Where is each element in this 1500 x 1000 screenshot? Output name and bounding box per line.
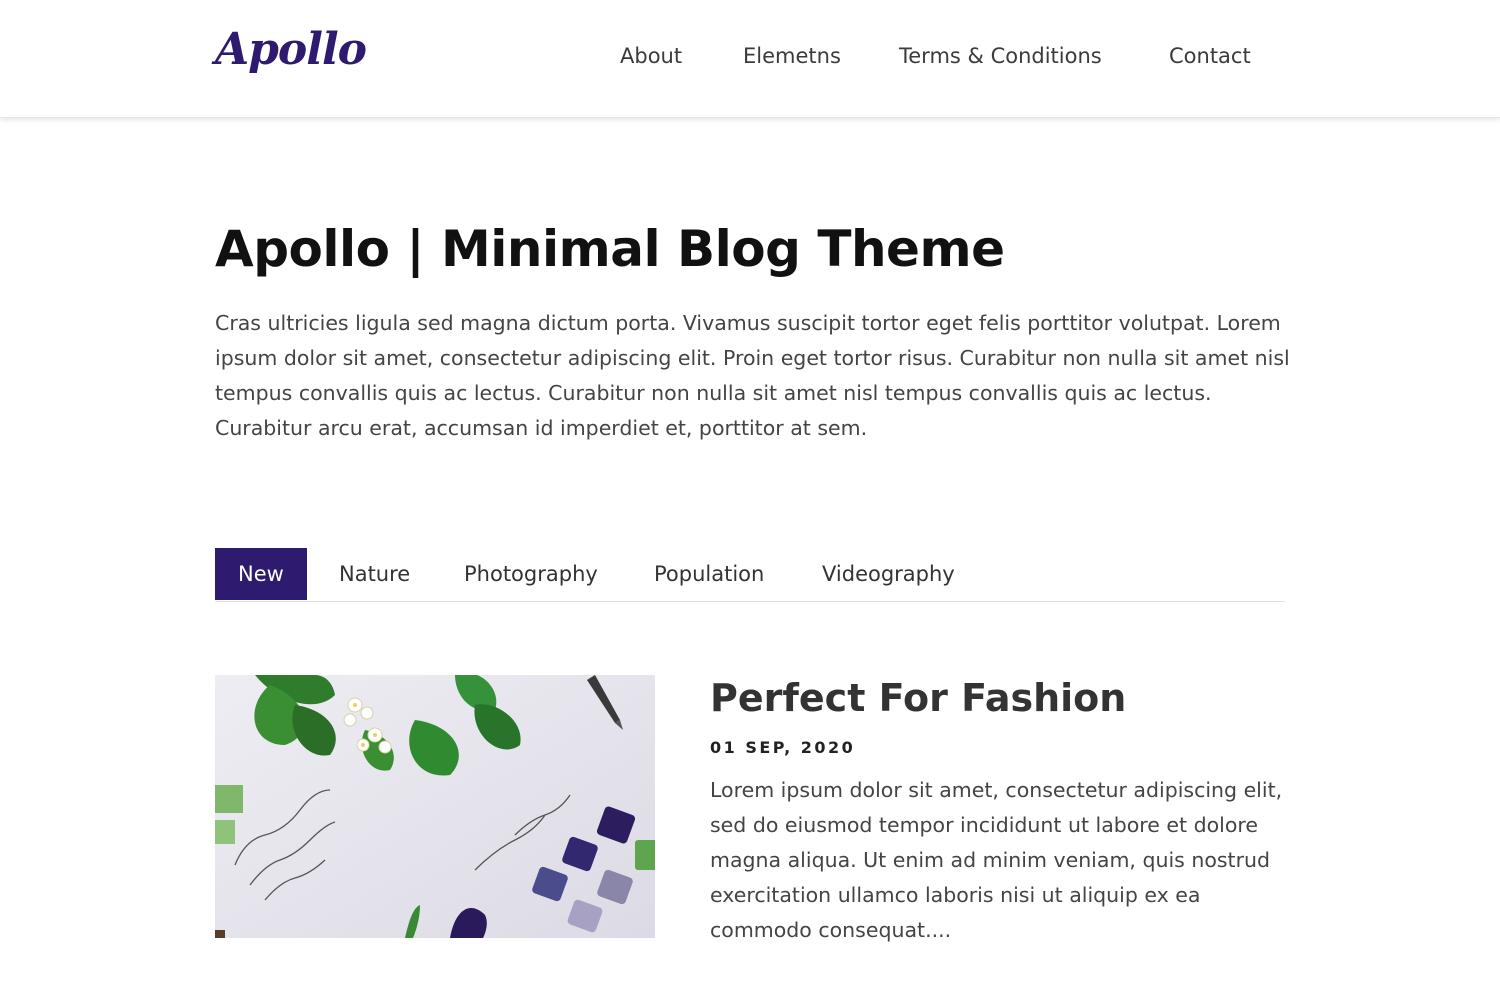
post-thumbnail[interactable] [215, 675, 655, 938]
tab-population[interactable]: Population [654, 548, 764, 600]
watercolor-illustration-image [215, 675, 655, 938]
page-title: Apollo | Minimal Blog Theme [215, 220, 1005, 278]
nav-link-contact[interactable]: Contact [1169, 44, 1251, 68]
main-nav: About Elemetns Terms & Conditions Contac… [0, 44, 1500, 74]
tab-photography[interactable]: Photography [464, 548, 598, 600]
category-tabs: New Nature Photography Population Videog… [215, 548, 1285, 602]
intro-text: Cras ultricies ligula sed magna dictum p… [215, 311, 1290, 440]
tab-videography[interactable]: Videography [822, 548, 955, 600]
post-date: 01 SEP, 2020 [710, 738, 856, 757]
nav-link-terms[interactable]: Terms & Conditions [899, 44, 1102, 68]
site-header: Apollo About Elemetns Terms & Conditions… [0, 0, 1500, 118]
nav-link-elements[interactable]: Elemetns [743, 44, 841, 68]
tab-nature[interactable]: Nature [339, 548, 410, 600]
post-title[interactable]: Perfect For Fashion [710, 676, 1126, 720]
nav-link-about[interactable]: About [620, 44, 682, 68]
tab-new[interactable]: New [215, 548, 307, 600]
post-excerpt: Lorem ipsum dolor sit amet, consectetur … [710, 778, 1283, 942]
